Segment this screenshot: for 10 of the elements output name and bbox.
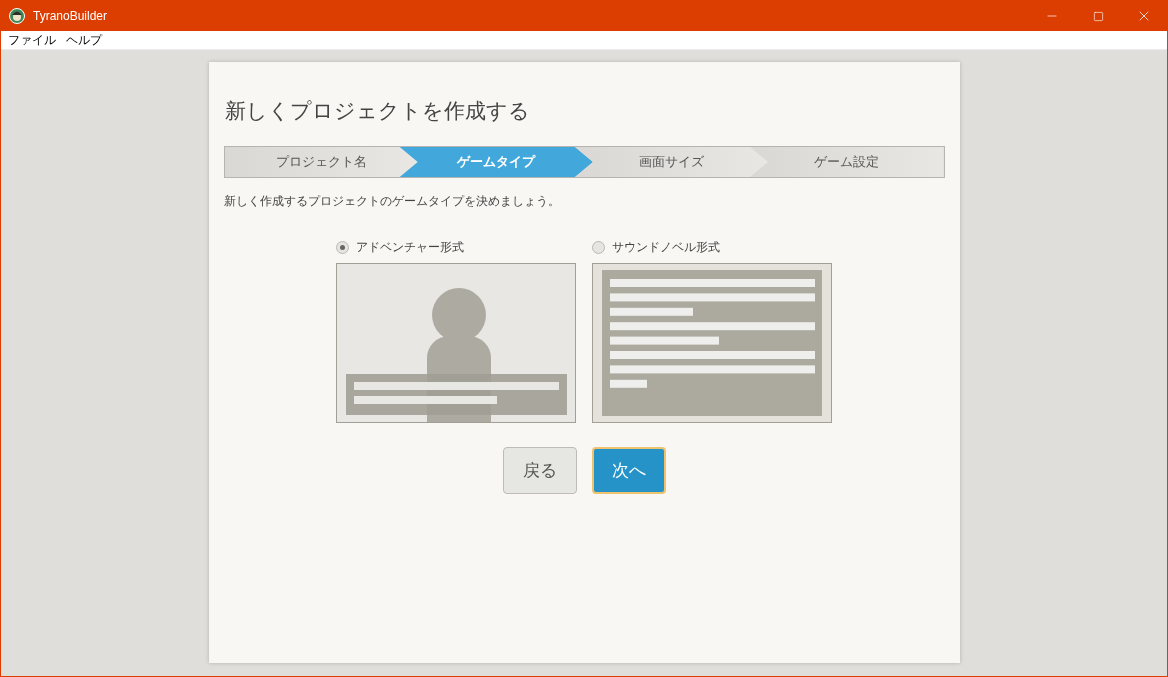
game-type-radio[interactable]: サウンドノベル形式	[592, 238, 832, 256]
window-title: TyranoBuilder	[33, 8, 109, 25]
instruction-text: 新しく作成するプロジェクトのゲームタイプを決めましょう。	[223, 193, 561, 210]
menu-item[interactable]: ファイル	[3, 34, 61, 46]
game-type-radio[interactable]: アドベンチャー形式	[336, 238, 576, 256]
back-button[interactable]: 戻る	[502, 447, 577, 494]
app-logo-icon	[9, 8, 25, 24]
dialog-title: 新しくプロジェクトを作成する	[224, 100, 531, 121]
menu-item[interactable]: ヘルプ	[61, 34, 107, 46]
maximize-icon	[1092, 10, 1104, 22]
